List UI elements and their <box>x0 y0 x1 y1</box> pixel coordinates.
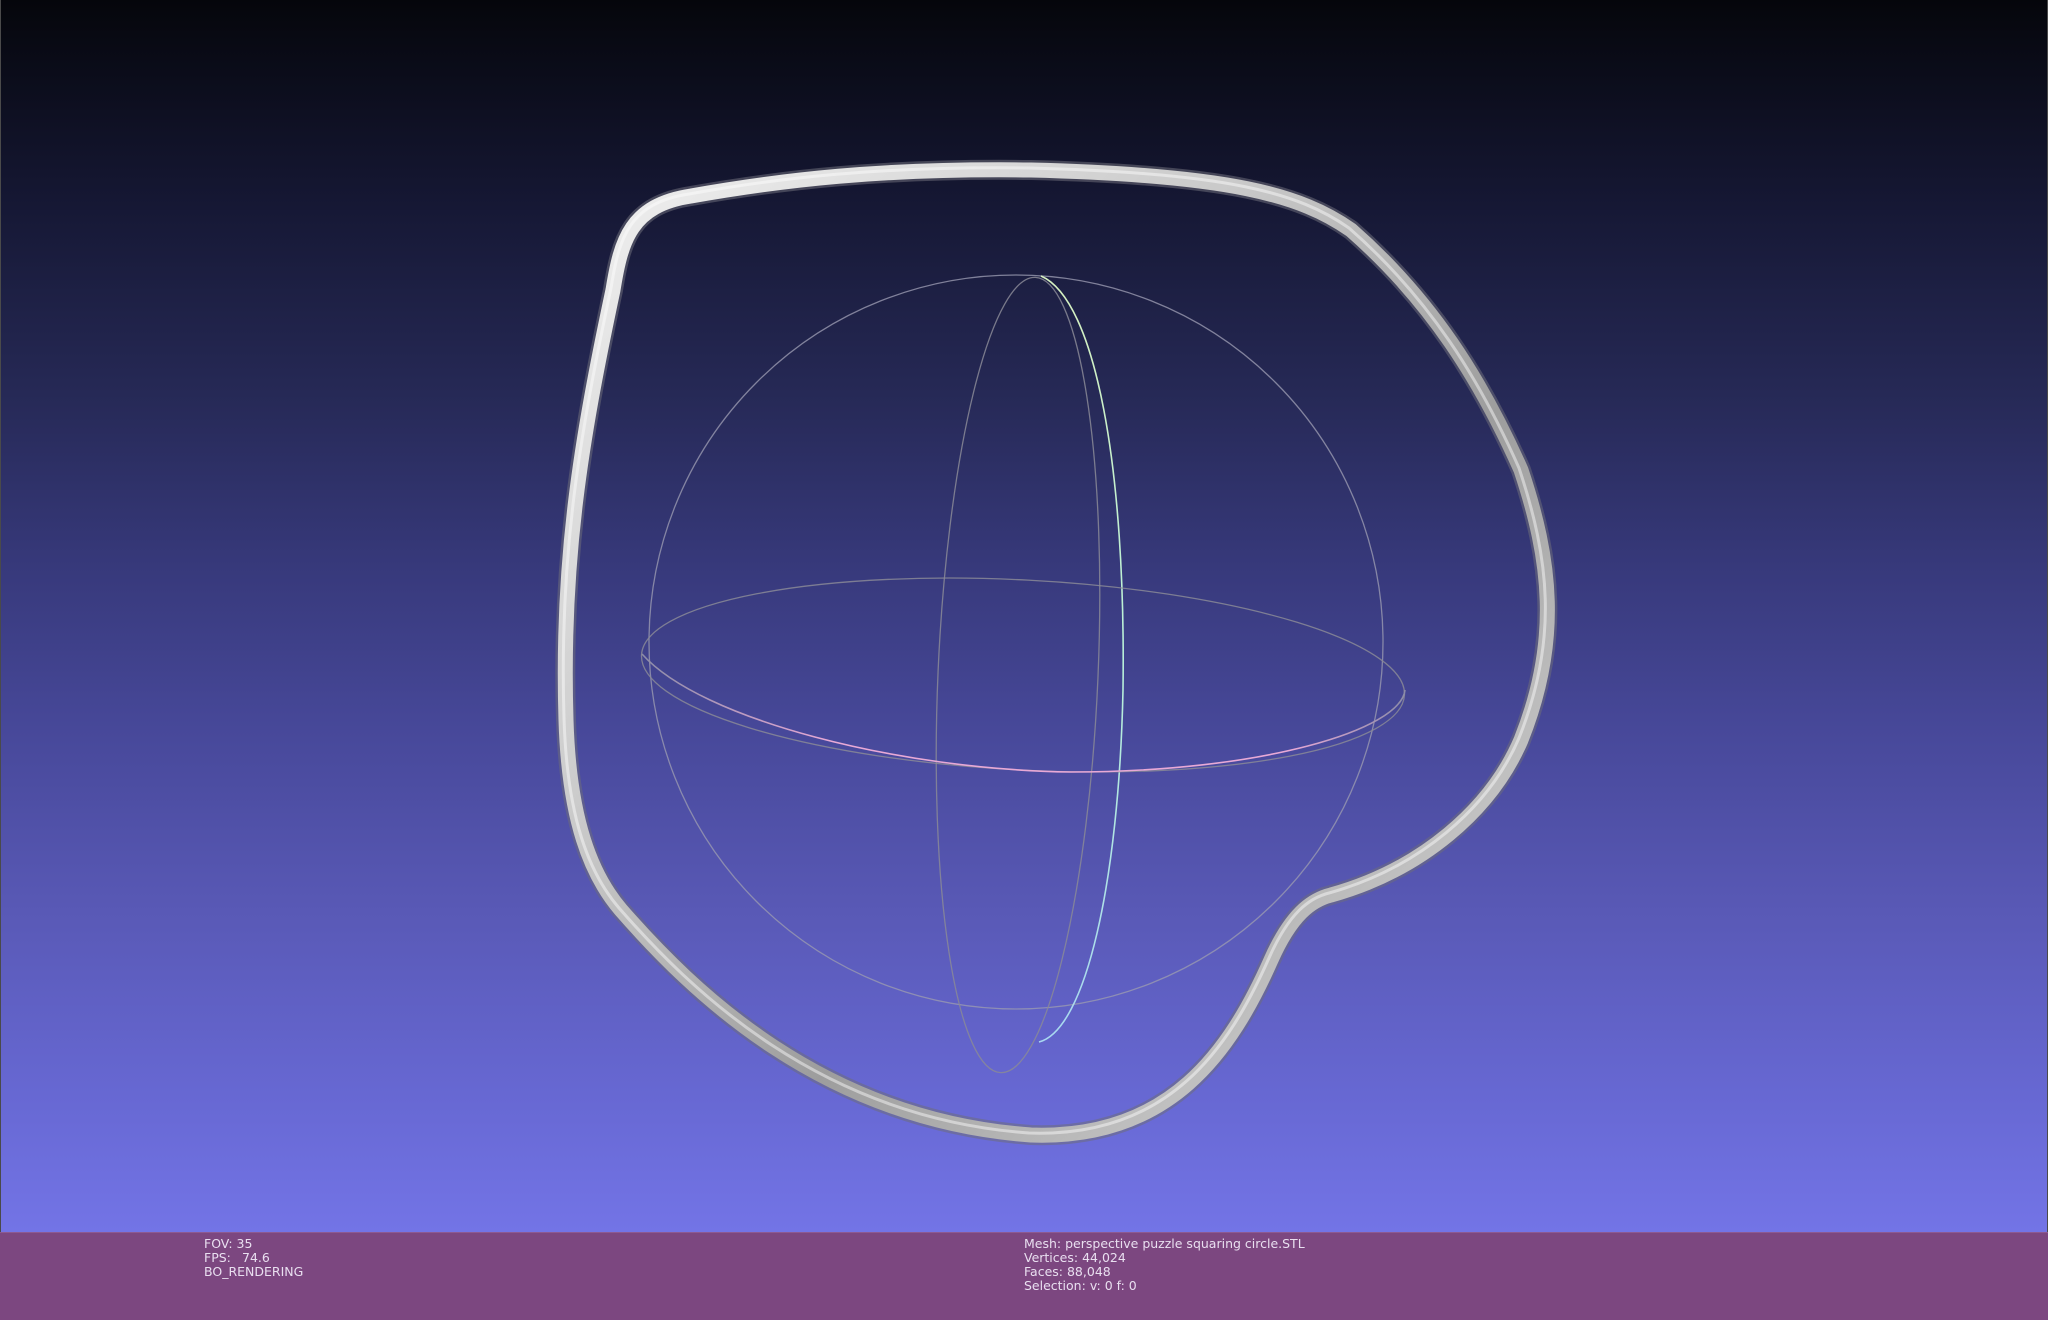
faces-readout: Faces: 88,048 <box>1024 1265 1305 1279</box>
fov-label: FOV: <box>204 1236 233 1251</box>
selection-value: v: 0 f: 0 <box>1089 1278 1137 1293</box>
fps-readout: FPS: 74.6 <box>204 1251 303 1265</box>
render-mode: BO_RENDERING <box>204 1264 304 1279</box>
3d-viewport[interactable] <box>0 0 2048 1232</box>
meshlab-window: FOV: 35 FPS: 74.6 BO_RENDERING Mesh: pers… <box>0 0 2048 1320</box>
fov-value: 35 <box>236 1236 253 1251</box>
trackball-widget[interactable] <box>637 274 1410 1076</box>
scene-canvas[interactable] <box>1 0 2048 1232</box>
mesh-model[interactable] <box>555 159 1558 1146</box>
mesh-name: perspective puzzle squaring circle.STL <box>1065 1236 1305 1251</box>
faces-label: Faces: <box>1024 1264 1063 1279</box>
vertices-value: 44,024 <box>1082 1250 1126 1265</box>
mesh-name-readout: Mesh: perspective puzzle squaring circle… <box>1024 1237 1305 1251</box>
mesh-tube-shadow <box>555 159 1558 1146</box>
trackball-x-axis-arc <box>641 653 1406 773</box>
trackball-y-axis-arc <box>1038 275 1125 1043</box>
fps-value: 74.6 <box>242 1250 270 1265</box>
selection-label: Selection: <box>1024 1278 1086 1293</box>
trackball-outer-circle <box>648 274 1384 1010</box>
fps-label: FPS: <box>204 1250 231 1265</box>
trackball-vertical-ring <box>935 276 1101 1074</box>
trackball-horizontal-ring <box>640 577 1406 773</box>
vertices-label: Vertices: <box>1024 1250 1079 1265</box>
status-bar: FOV: 35 FPS: 74.6 BO_RENDERING Mesh: pers… <box>0 1232 2048 1320</box>
selection-readout: Selection: v: 0 f: 0 <box>1024 1279 1305 1293</box>
fov-readout: FOV: 35 <box>204 1237 303 1251</box>
render-mode-readout: BO_RENDERING <box>204 1265 303 1279</box>
vertices-readout: Vertices: 44,024 <box>1024 1251 1305 1265</box>
faces-value: 88,048 <box>1066 1264 1111 1279</box>
mesh-info-panel: Mesh: perspective puzzle squaring circle… <box>1024 1237 1305 1293</box>
mesh-label: Mesh: <box>1024 1236 1062 1251</box>
render-info-panel: FOV: 35 FPS: 74.6 BO_RENDERING <box>204 1237 303 1279</box>
